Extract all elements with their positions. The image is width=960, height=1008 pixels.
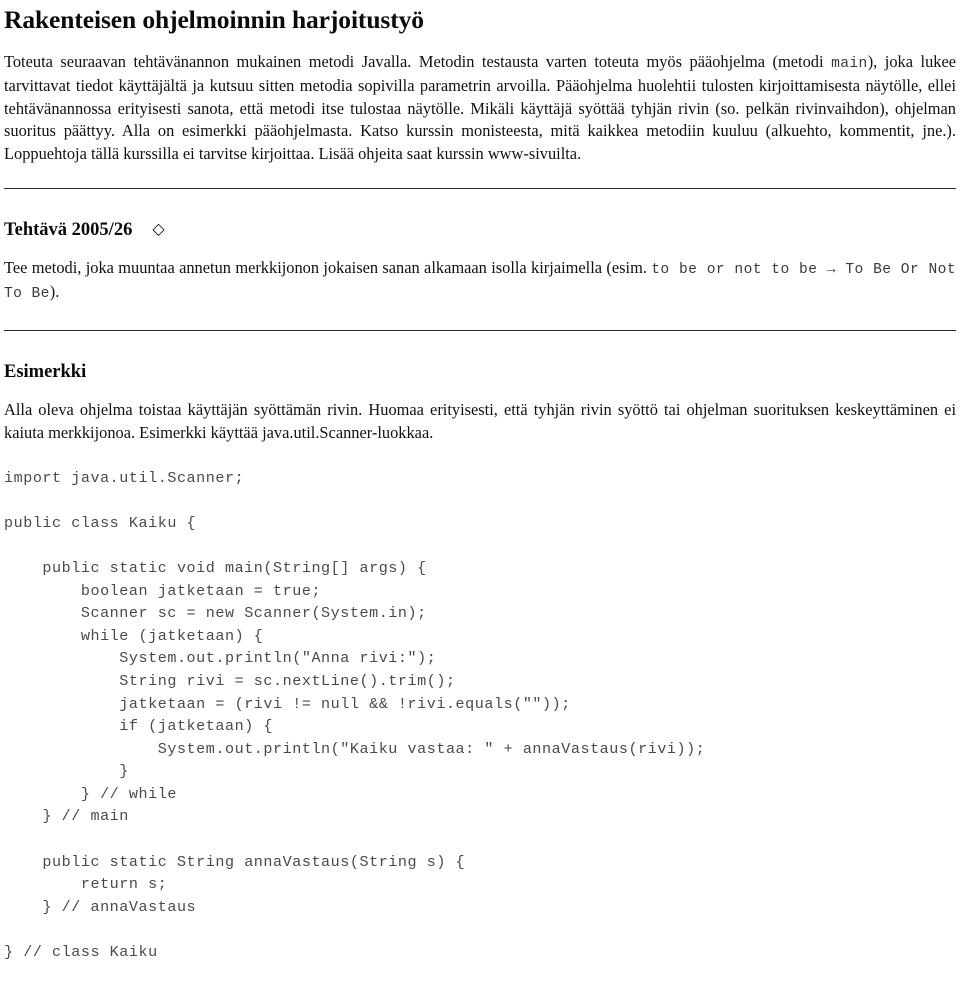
arrow-icon: → xyxy=(817,261,846,278)
spacer-before-rule-1 xyxy=(4,166,956,188)
assignment-text-part-2: ). xyxy=(49,282,60,302)
spacer-before-code xyxy=(4,445,956,467)
document-body: Rakenteisen ohjelmoinnin harjoitustyö To… xyxy=(0,0,960,964)
spacer-after-example-heading xyxy=(4,382,956,399)
spacer-after-rule-2 xyxy=(4,331,956,362)
inline-code-example-input: to be or not to be xyxy=(651,261,818,278)
intro-paragraph: Toteuta seuraavan tehtävänannon mukainen… xyxy=(4,51,956,166)
spacer-after-assignment-heading xyxy=(4,240,956,257)
assignment-paragraph: Tee metodi, joka muuntaa annetun merkkij… xyxy=(4,257,956,306)
document-page: Rakenteisen ohjelmoinnin harjoitustyö To… xyxy=(0,0,960,1008)
java-code-block: import java.util.Scanner; public class K… xyxy=(4,468,706,962)
assignment-heading: Tehtävä 2005/26 ◇ xyxy=(4,220,956,240)
spacer-after-rule-1 xyxy=(4,189,956,220)
spacer-after-title xyxy=(4,34,956,51)
intro-text-part-1: Toteuta seuraavan tehtävänannon mukainen… xyxy=(4,51,832,71)
page-title: Rakenteisen ohjelmoinnin harjoitustyö xyxy=(4,5,424,34)
example-heading: Esimerkki xyxy=(4,362,956,382)
diamond-icon: ◇ xyxy=(152,220,165,238)
example-paragraph: Alla oleva ohjelma toistaa käyttäjän syö… xyxy=(4,400,956,442)
example-heading-label: Esimerkki xyxy=(4,362,87,383)
inline-code-main: main xyxy=(831,55,868,72)
spacer-before-rule-2 xyxy=(4,306,956,330)
assignment-text-part-1: Tee metodi, joka muuntaa annetun merkkij… xyxy=(4,257,652,277)
assignment-heading-label: Tehtävä 2005/26 xyxy=(4,219,133,240)
